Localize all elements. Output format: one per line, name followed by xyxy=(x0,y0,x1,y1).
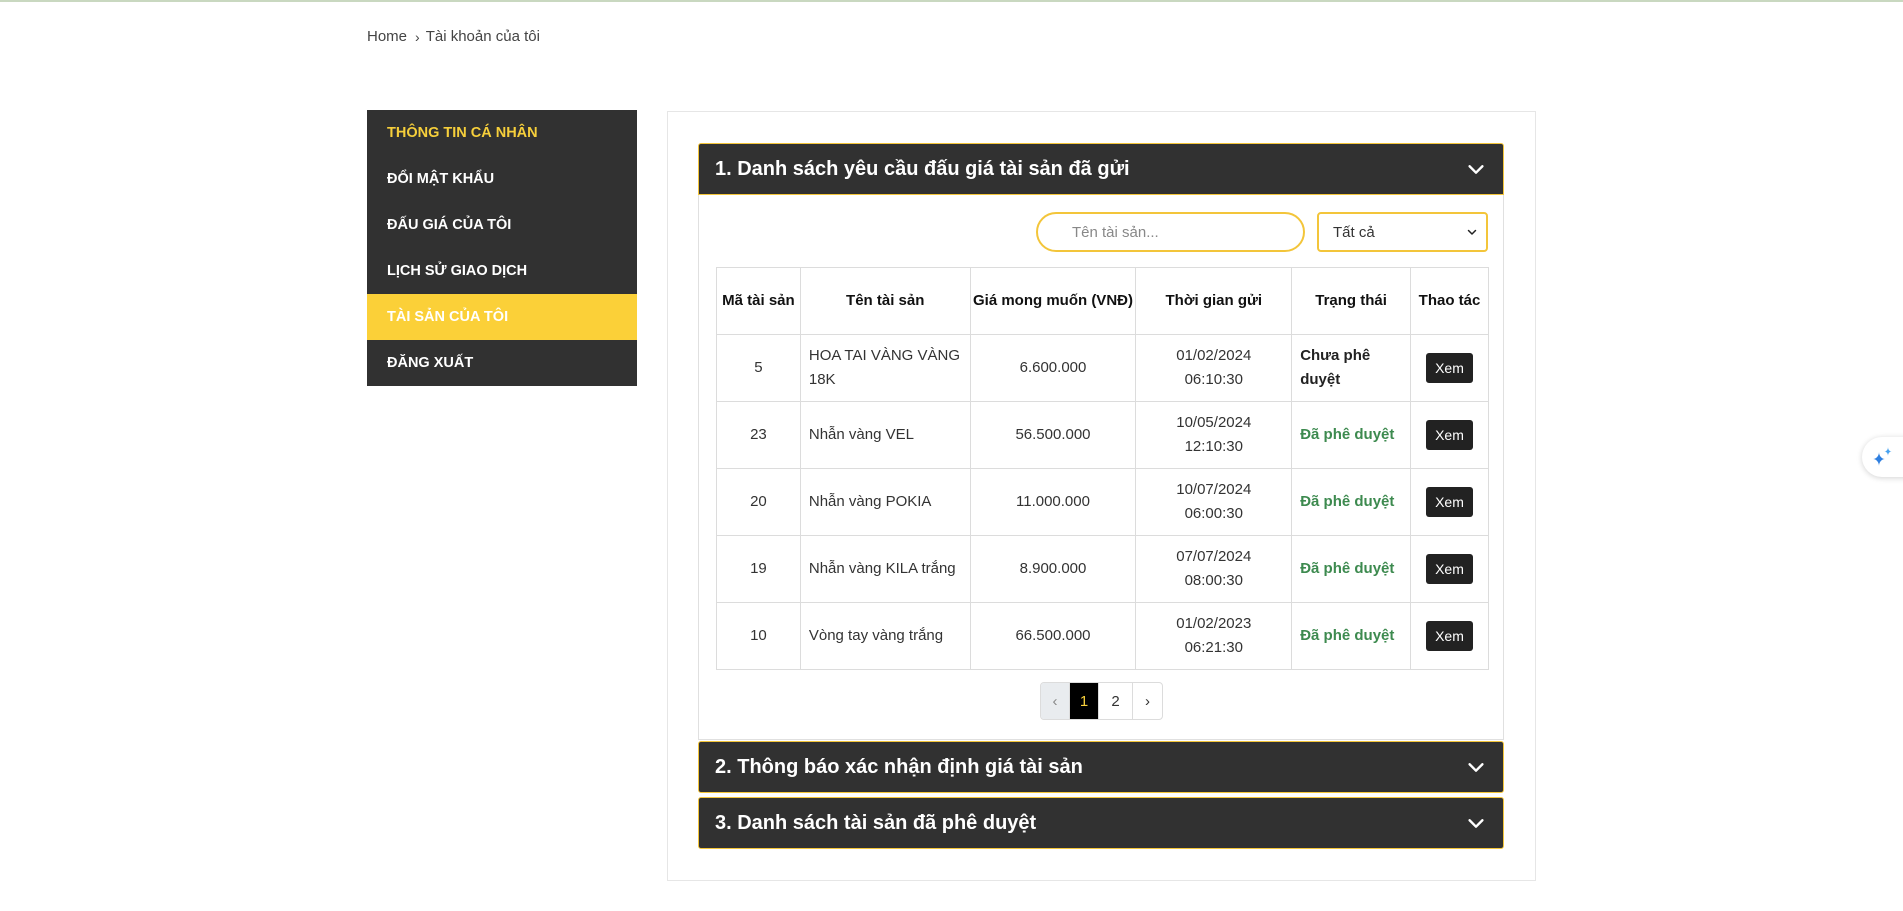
pagination-page-1[interactable]: 1 xyxy=(1070,683,1099,719)
asset-date: 01/02/2024 xyxy=(1176,347,1252,364)
action-cell: Xem xyxy=(1410,602,1489,670)
asset-clock: 06:10:30 xyxy=(1184,371,1243,388)
section-1-body: Tất cả Mã tài sản Tên tài sản Giá mong m… xyxy=(698,195,1504,740)
top-border xyxy=(0,0,1903,2)
breadcrumb: Home › Tài khoản của tôi xyxy=(367,28,540,45)
breadcrumb-current: Tài khoản của tôi xyxy=(425,28,540,45)
asset-id: 5 xyxy=(716,334,801,402)
sidebar-item-personal-info[interactable]: THÔNG TIN CÁ NHÂN xyxy=(367,110,637,156)
column-header-name: Tên tài sản xyxy=(799,267,971,335)
asset-date: 07/07/2024 xyxy=(1176,548,1252,565)
section-3-header[interactable]: 3. Danh sách tài sản đã phê duyệt xyxy=(698,797,1504,849)
action-cell: Xem xyxy=(1410,535,1489,603)
asset-id: 20 xyxy=(716,468,801,536)
section-3-title: 3. Danh sách tài sản đã phê duyệt xyxy=(715,811,1037,834)
asset-clock: 08:00:30 xyxy=(1184,572,1243,589)
view-button[interactable]: Xem xyxy=(1426,353,1473,383)
asset-price: 8.900.000 xyxy=(969,535,1137,603)
asset-price: 11.000.000 xyxy=(969,468,1137,536)
breadcrumb-separator-icon: › xyxy=(415,28,420,45)
table-row: 5 HOA TAI VÀNG VÀNG 18K 6.600.000 01/02/… xyxy=(716,334,1489,402)
sidebar-item-logout[interactable]: ĐĂNG XUẤT xyxy=(367,340,637,386)
asset-clock: 12:10:30 xyxy=(1184,438,1243,455)
column-header-status: Trạng thái xyxy=(1291,267,1412,335)
floating-assistant-button[interactable] xyxy=(1862,437,1903,477)
asset-name: HOA TAI VÀNG VÀNG 18K xyxy=(799,334,971,402)
asset-price: 56.500.000 xyxy=(969,401,1137,469)
pagination-next[interactable]: › xyxy=(1133,683,1162,719)
chevron-down-icon xyxy=(1468,763,1484,772)
view-button[interactable]: Xem xyxy=(1426,554,1473,584)
asset-id: 19 xyxy=(716,535,801,603)
status-text: Đã phê duyệt xyxy=(1291,535,1412,603)
section-1-title: 1. Danh sách yêu cầu đấu giá tài sản đã … xyxy=(715,157,1130,180)
asset-time: 10/07/2024 06:00:30 xyxy=(1135,468,1293,536)
section-2-header[interactable]: 2. Thông báo xác nhận định giá tài sản xyxy=(698,741,1504,793)
sparkle-icon xyxy=(1873,447,1892,466)
asset-time: 07/07/2024 08:00:30 xyxy=(1135,535,1293,603)
view-button[interactable]: Xem xyxy=(1426,621,1473,651)
column-header-action: Thao tác xyxy=(1410,267,1489,335)
asset-name: Nhẫn vàng KILA trắng xyxy=(799,535,971,603)
table-row: 19 Nhẫn vàng KILA trắng 8.900.000 07/07/… xyxy=(716,535,1489,603)
asset-date: 01/02/2023 xyxy=(1176,615,1252,632)
asset-search-input[interactable] xyxy=(1036,212,1305,252)
asset-date: 10/07/2024 xyxy=(1176,481,1252,498)
section-sent-requests: 1. Danh sách yêu cầu đấu giá tài sản đã … xyxy=(698,143,1504,740)
sidebar-item-change-password[interactable]: ĐỔI MẬT KHẨU xyxy=(367,156,637,202)
section-2-title: 2. Thông báo xác nhận định giá tài sản xyxy=(715,755,1083,778)
table-row: 23 Nhẫn vàng VEL 56.500.000 10/05/2024 12… xyxy=(716,401,1489,469)
asset-price: 66.500.000 xyxy=(969,602,1137,670)
status-text: Đã phê duyệt xyxy=(1291,468,1412,536)
column-header-time: Thời gian gửi xyxy=(1135,267,1293,335)
action-cell: Xem xyxy=(1410,401,1489,469)
asset-time: 01/02/2023 06:21:30 xyxy=(1135,602,1293,670)
chevron-down-icon xyxy=(1468,165,1484,174)
chevron-down-icon xyxy=(1468,819,1484,828)
view-button[interactable]: Xem xyxy=(1426,420,1473,450)
sidebar-item-my-assets[interactable]: TÀI SẢN CỦA TÔI xyxy=(367,294,637,340)
asset-time: 01/02/2024 06:10:30 xyxy=(1135,334,1293,402)
asset-date: 10/05/2024 xyxy=(1176,414,1252,431)
asset-clock: 06:21:30 xyxy=(1184,639,1243,656)
chevron-down-icon xyxy=(1467,229,1477,235)
status-text: Đã phê duyệt xyxy=(1291,401,1412,469)
breadcrumb-home[interactable]: Home xyxy=(367,28,407,45)
table-row: 20 Nhẫn vàng POKIA 11.000.000 10/07/2024… xyxy=(716,468,1489,536)
asset-name: Nhẫn vàng VEL xyxy=(799,401,971,469)
table-header-row: Mã tài sản Tên tài sản Giá mong muốn (VN… xyxy=(716,267,1489,335)
column-header-price: Giá mong muốn (VNĐ) xyxy=(969,267,1137,335)
asset-id: 10 xyxy=(716,602,801,670)
action-cell: Xem xyxy=(1410,468,1489,536)
section-1-header[interactable]: 1. Danh sách yêu cầu đấu giá tài sản đã … xyxy=(698,143,1504,195)
asset-clock: 06:00:30 xyxy=(1184,505,1243,522)
table-row: 10 Vòng tay vàng trắng 66.500.000 01/02/… xyxy=(716,602,1489,670)
requests-table: Mã tài sản Tên tài sản Giá mong muốn (VN… xyxy=(716,267,1489,670)
pagination-page-2[interactable]: 2 xyxy=(1099,683,1133,719)
pagination: ‹ 1 2 › xyxy=(1040,682,1163,720)
asset-time: 10/05/2024 12:10:30 xyxy=(1135,401,1293,469)
status-filter-select[interactable]: Tất cả xyxy=(1317,212,1488,252)
status-text: Chưa phê duyệt xyxy=(1291,334,1412,402)
section-valuation-notices: 2. Thông báo xác nhận định giá tài sản xyxy=(698,741,1504,793)
action-cell: Xem xyxy=(1410,334,1489,402)
asset-price: 6.600.000 xyxy=(969,334,1137,402)
status-text: Đã phê duyệt xyxy=(1291,602,1412,670)
sidebar-item-transaction-history[interactable]: LỊCH SỬ GIAO DỊCH xyxy=(367,248,637,294)
asset-id: 23 xyxy=(716,401,801,469)
sidebar-item-my-auctions[interactable]: ĐẤU GIÁ CỦA TÔI xyxy=(367,202,637,248)
section-approved-assets: 3. Danh sách tài sản đã phê duyệt xyxy=(698,797,1504,849)
asset-name: Nhẫn vàng POKIA xyxy=(799,468,971,536)
pagination-prev[interactable]: ‹ xyxy=(1041,683,1070,719)
column-header-id: Mã tài sản xyxy=(716,267,801,335)
status-filter-value: Tất cả xyxy=(1333,223,1375,241)
asset-name: Vòng tay vàng trắng xyxy=(799,602,971,670)
view-button[interactable]: Xem xyxy=(1426,487,1473,517)
account-sidebar: THÔNG TIN CÁ NHÂN ĐỔI MẬT KHẨU ĐẤU GIÁ C… xyxy=(367,110,637,386)
